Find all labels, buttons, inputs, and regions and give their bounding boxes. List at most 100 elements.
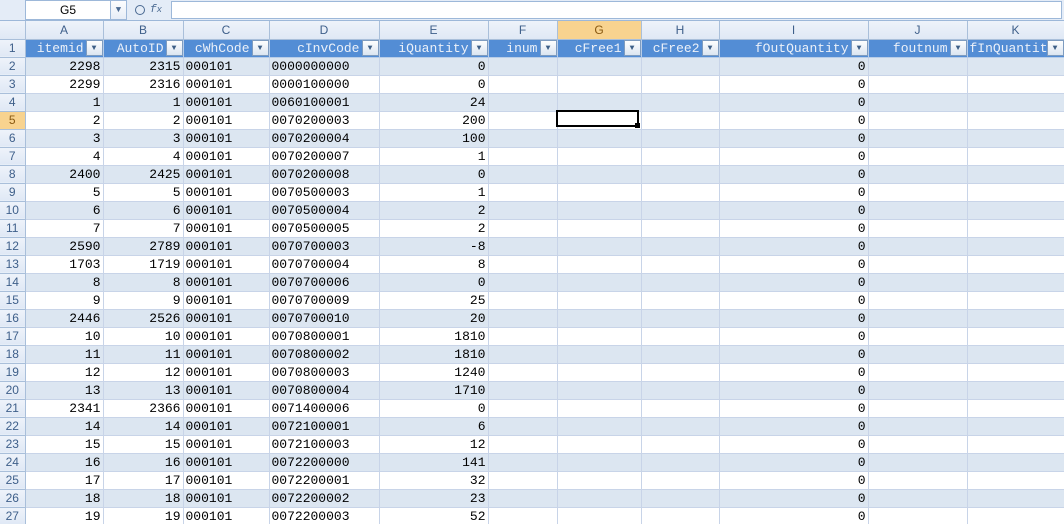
cell[interactable] bbox=[641, 471, 719, 489]
cell[interactable] bbox=[641, 417, 719, 435]
cell[interactable] bbox=[641, 489, 719, 507]
cell[interactable]: 2425 bbox=[103, 165, 183, 183]
filter-header-cell[interactable]: inum bbox=[488, 39, 557, 57]
cell[interactable]: 000101 bbox=[183, 165, 269, 183]
cell[interactable]: 1 bbox=[103, 93, 183, 111]
cell[interactable]: 4 bbox=[25, 147, 103, 165]
row-header[interactable]: 10 bbox=[0, 201, 25, 219]
filter-header-cell[interactable]: cWhCode bbox=[183, 39, 269, 57]
cell[interactable]: 7 bbox=[25, 219, 103, 237]
cell[interactable]: 5 bbox=[103, 183, 183, 201]
cell[interactable]: 0 bbox=[719, 489, 868, 507]
cell[interactable]: 2298 bbox=[25, 57, 103, 75]
cell[interactable]: 2446 bbox=[25, 309, 103, 327]
row-header[interactable]: 4 bbox=[0, 93, 25, 111]
column-header-J[interactable]: J bbox=[868, 21, 967, 39]
cell[interactable]: 000101 bbox=[183, 147, 269, 165]
cell[interactable]: 11 bbox=[25, 345, 103, 363]
cell[interactable]: 0070700003 bbox=[269, 237, 379, 255]
row-header[interactable]: 24 bbox=[0, 453, 25, 471]
cell[interactable] bbox=[557, 417, 641, 435]
cell[interactable] bbox=[641, 273, 719, 291]
cell[interactable]: 0 bbox=[719, 417, 868, 435]
cell[interactable] bbox=[488, 255, 557, 273]
cell[interactable]: 18 bbox=[103, 489, 183, 507]
cell[interactable] bbox=[641, 57, 719, 75]
cell[interactable]: 0 bbox=[379, 273, 488, 291]
cell[interactable] bbox=[641, 363, 719, 381]
cell[interactable] bbox=[488, 237, 557, 255]
cell[interactable]: 2400 bbox=[25, 165, 103, 183]
column-header-D[interactable]: D bbox=[269, 21, 379, 39]
cell[interactable]: 0 bbox=[719, 219, 868, 237]
cell[interactable] bbox=[967, 309, 1064, 327]
cell[interactable]: 25 bbox=[379, 291, 488, 309]
column-header-F[interactable]: F bbox=[488, 21, 557, 39]
cell[interactable] bbox=[557, 237, 641, 255]
cell[interactable]: 000101 bbox=[183, 201, 269, 219]
cell[interactable]: 0 bbox=[719, 129, 868, 147]
cell[interactable]: 2789 bbox=[103, 237, 183, 255]
cell[interactable] bbox=[868, 399, 967, 417]
cell[interactable]: 1810 bbox=[379, 327, 488, 345]
row-header[interactable]: 22 bbox=[0, 417, 25, 435]
cell[interactable]: 9 bbox=[103, 291, 183, 309]
cell[interactable] bbox=[641, 75, 719, 93]
cell[interactable] bbox=[967, 237, 1064, 255]
cell[interactable]: 14 bbox=[103, 417, 183, 435]
cell[interactable] bbox=[641, 399, 719, 417]
cell[interactable] bbox=[967, 489, 1064, 507]
cell[interactable]: 000101 bbox=[183, 435, 269, 453]
cell[interactable] bbox=[967, 129, 1064, 147]
row-header[interactable]: 2 bbox=[0, 57, 25, 75]
cell[interactable] bbox=[641, 507, 719, 524]
cell[interactable] bbox=[967, 147, 1064, 165]
cell[interactable] bbox=[967, 273, 1064, 291]
cell[interactable] bbox=[967, 291, 1064, 309]
cell[interactable]: 0070200008 bbox=[269, 165, 379, 183]
cell[interactable]: 0 bbox=[719, 165, 868, 183]
cell[interactable]: 0 bbox=[719, 399, 868, 417]
cell[interactable] bbox=[557, 327, 641, 345]
cell[interactable]: 0072200000 bbox=[269, 453, 379, 471]
row-header[interactable]: 26 bbox=[0, 489, 25, 507]
cell[interactable]: 0071400006 bbox=[269, 399, 379, 417]
cell[interactable]: 6 bbox=[379, 417, 488, 435]
cell[interactable]: 000101 bbox=[183, 345, 269, 363]
cell[interactable] bbox=[488, 417, 557, 435]
row-header[interactable]: 18 bbox=[0, 345, 25, 363]
filter-dropdown-icon[interactable] bbox=[362, 40, 379, 56]
cell[interactable]: 1810 bbox=[379, 345, 488, 363]
cell[interactable] bbox=[868, 147, 967, 165]
cell[interactable]: -8 bbox=[379, 237, 488, 255]
cell[interactable]: 0072200001 bbox=[269, 471, 379, 489]
cell[interactable] bbox=[641, 165, 719, 183]
cell[interactable] bbox=[641, 435, 719, 453]
cell[interactable]: 0070800004 bbox=[269, 381, 379, 399]
cell[interactable] bbox=[488, 435, 557, 453]
cell[interactable]: 4 bbox=[103, 147, 183, 165]
cell[interactable]: 000101 bbox=[183, 453, 269, 471]
filter-dropdown-icon[interactable] bbox=[471, 40, 488, 56]
cell[interactable] bbox=[557, 129, 641, 147]
cell[interactable] bbox=[488, 219, 557, 237]
cell[interactable]: 0070800003 bbox=[269, 363, 379, 381]
cell[interactable]: 0 bbox=[719, 507, 868, 524]
cell[interactable] bbox=[557, 273, 641, 291]
cell[interactable]: 2315 bbox=[103, 57, 183, 75]
row-header[interactable]: 16 bbox=[0, 309, 25, 327]
cell[interactable]: 000101 bbox=[183, 255, 269, 273]
row-header[interactable]: 20 bbox=[0, 381, 25, 399]
cell[interactable] bbox=[641, 147, 719, 165]
cell[interactable] bbox=[868, 93, 967, 111]
cell[interactable] bbox=[967, 435, 1064, 453]
filter-header-cell[interactable]: cInvCode bbox=[269, 39, 379, 57]
cell[interactable]: 6 bbox=[103, 201, 183, 219]
cell[interactable]: 3 bbox=[25, 129, 103, 147]
row-header[interactable]: 8 bbox=[0, 165, 25, 183]
cell[interactable] bbox=[967, 399, 1064, 417]
cell[interactable] bbox=[557, 507, 641, 524]
cell[interactable]: 2 bbox=[103, 111, 183, 129]
cell[interactable]: 5 bbox=[25, 183, 103, 201]
name-box[interactable]: G5 ▼ bbox=[25, 0, 127, 20]
